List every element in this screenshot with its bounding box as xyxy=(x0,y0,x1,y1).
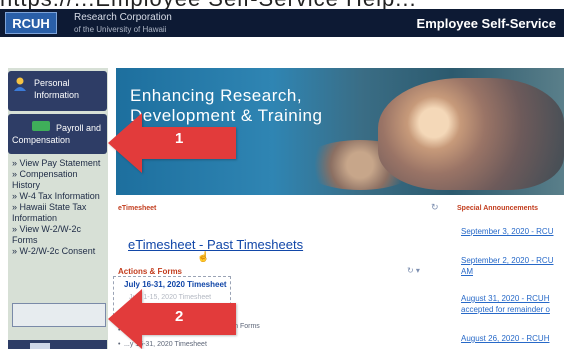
employee-self-service-title: Employee Self-Service xyxy=(416,16,556,31)
actions-forms-title: Actions & Forms xyxy=(118,267,183,276)
top-title-text: https://...Employee Self-Service Help... xyxy=(0,0,417,9)
submenu-w2-consent[interactable]: » W-2/W-2c Consent xyxy=(12,246,106,257)
consent-highlight xyxy=(12,303,106,327)
person-icon xyxy=(14,77,26,91)
announcement-link[interactable]: August 31, 2020 - RCUH xyxy=(461,293,550,304)
submenu-hawaii-state-tax-information[interactable]: » Hawaii State Tax Information xyxy=(12,202,106,224)
annotation-arrow-1 xyxy=(108,113,236,173)
refresh-icon[interactable]: ↻ xyxy=(431,202,439,213)
annotation-arrow-2 xyxy=(108,289,236,349)
site-header: RCUH Research Corporation of the Univers… xyxy=(0,9,564,37)
submenu-w4-tax-information[interactable]: » W-4 Tax Information xyxy=(12,191,106,202)
coral-image xyxy=(378,78,564,190)
rcuh-logo[interactable]: RCUH xyxy=(5,12,57,34)
submenu-compensation-history[interactable]: » Compensation History xyxy=(12,169,106,191)
annotation-number-2: 2 xyxy=(175,308,184,325)
banner-line1: Enhancing Research, xyxy=(130,86,303,105)
annotation-number-1: 1 xyxy=(175,130,184,147)
sidebar-item-label: Personal Information xyxy=(34,78,80,100)
sidebar-item-next[interactable] xyxy=(8,340,107,349)
sidebar-item-payroll-and-compensation[interactable]: Payroll and Compensation xyxy=(8,114,107,154)
submenu-view-pay-statement[interactable]: » View Pay Statement xyxy=(12,158,106,169)
etimesheet-section-title: eTimesheet xyxy=(118,205,157,212)
top-title-strip: https://...Employee Self-Service Help... xyxy=(0,0,564,9)
sidebar-next-icon xyxy=(30,343,50,349)
announcement-link-cont[interactable]: accepted for remainder o xyxy=(461,304,550,315)
sidebar-item-label: Payroll and Compensation xyxy=(12,123,102,145)
past-timesheets-link[interactable]: eTimesheet - Past Timesheets xyxy=(128,237,303,252)
money-icon xyxy=(32,121,50,131)
special-announcements-title: Special Announcements xyxy=(457,205,539,212)
payroll-submenu: » View Pay Statement » Compensation Hist… xyxy=(12,158,106,257)
timesheet-link-july-16-31[interactable]: July 16-31, 2020 Timesheet xyxy=(124,280,227,289)
org-name-line1: Research Corporation xyxy=(74,12,172,23)
org-name-line2: of the University of Hawaii xyxy=(74,25,167,34)
panel-controls-icon[interactable]: ↻ ▾ xyxy=(407,266,420,275)
announcement-link[interactable]: September 2, 2020 - RCU xyxy=(461,255,554,266)
announcement-link[interactable]: August 26, 2020 - RCUH xyxy=(461,333,550,344)
announcement-link[interactable]: September 3, 2020 - RCU xyxy=(461,226,554,237)
hand-cursor-icon: ☝ xyxy=(197,252,210,263)
submenu-view-w2-forms[interactable]: » View W-2/W-2c Forms xyxy=(12,224,106,246)
announcement-link-cont[interactable]: AM xyxy=(461,266,473,277)
